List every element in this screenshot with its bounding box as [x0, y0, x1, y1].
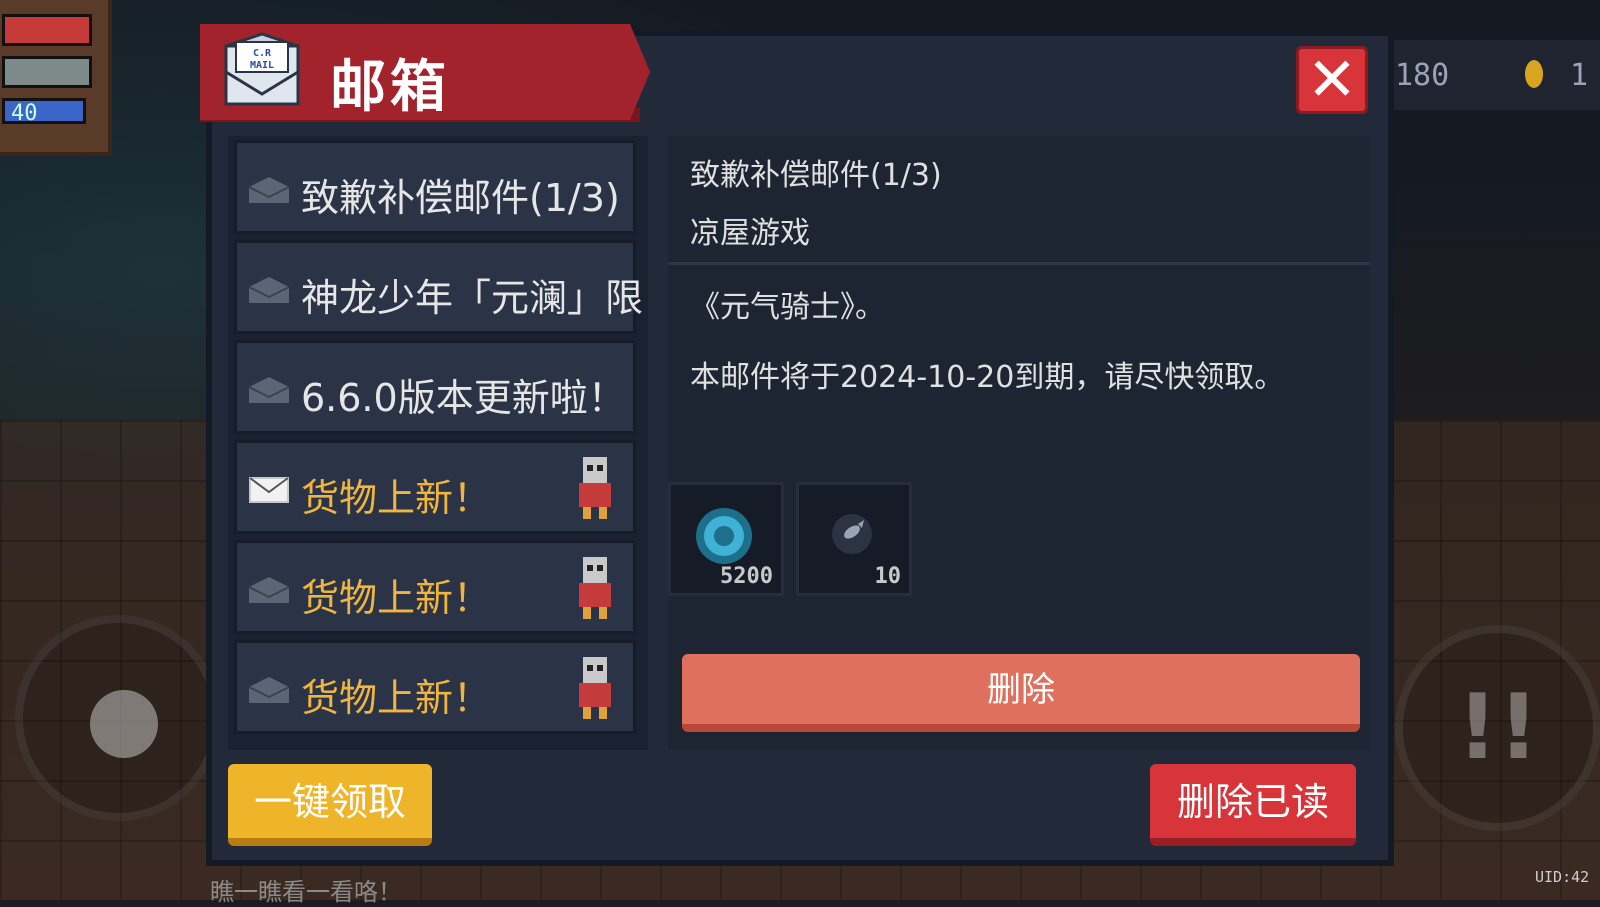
- coins-count: 1: [1570, 58, 1589, 93]
- coin-icon: [1525, 60, 1543, 88]
- mail-detail-expiry: 本邮件将于2024-10-20到期，请尽快领取。: [690, 360, 1285, 395]
- open-envelope-icon: [249, 677, 289, 703]
- armor-bar: [2, 56, 92, 88]
- mail-detail: 致歉补偿邮件(1/3) 凉屋游戏 《元气骑士》。 本邮件将于2024-10-20…: [668, 136, 1370, 750]
- reward-count: 5200: [720, 564, 773, 589]
- claim-all-button[interactable]: 一键领取: [228, 764, 432, 846]
- mail-list-item[interactable]: 6.6.0版本更新啦！: [234, 340, 636, 434]
- mail-detail-header: 致歉补偿邮件(1/3) 凉屋游戏: [668, 136, 1370, 265]
- mail-list-item[interactable]: 致歉补偿邮件(1/3): [234, 140, 636, 234]
- joystick-knob[interactable]: [90, 690, 158, 758]
- delete-button[interactable]: 删除: [682, 654, 1360, 732]
- skill-button[interactable]: !!: [1395, 625, 1600, 831]
- open-envelope-icon: [249, 177, 289, 203]
- close-button[interactable]: ✕: [1296, 46, 1368, 114]
- mail-list-item-label: 致歉补偿邮件(1/3): [301, 176, 620, 220]
- player-stats-panel: 40: [0, 0, 112, 156]
- mail-list-item-label: 货物上新！: [301, 476, 492, 520]
- mail-list-item-label: 货物上新！: [301, 576, 492, 620]
- delete-read-button[interactable]: 删除已读: [1150, 764, 1356, 846]
- mail-icon-text-top: C.R: [253, 48, 272, 59]
- open-envelope-icon: [249, 277, 289, 303]
- merchant-avatar-icon: [579, 657, 611, 719]
- chat-text: 瞧一瞧看一看咯！: [210, 878, 402, 906]
- mail-list-item[interactable]: 货物上新！: [234, 540, 636, 634]
- unread-envelope-icon: [249, 477, 289, 503]
- mail-icon-text-bottom: MAIL: [250, 60, 274, 71]
- mailbox-title: 邮箱: [330, 55, 450, 120]
- mail-icon: C.R MAIL: [224, 32, 300, 106]
- mail-list-item[interactable]: 货物上新！: [234, 640, 636, 734]
- reward-count: 10: [874, 564, 902, 589]
- mail-list-item-label: 神龙少年「元澜」限: [301, 276, 644, 320]
- uid-label: UID:42: [1535, 868, 1590, 886]
- reward-slot[interactable]: 5200: [668, 482, 784, 596]
- mail-list-item-label: 6.6.0版本更新啦！: [301, 376, 626, 420]
- gems-count: 180: [1395, 58, 1450, 93]
- merchant-avatar-icon: [579, 557, 611, 619]
- merchant-avatar-icon: [579, 457, 611, 519]
- open-envelope-icon: [249, 377, 289, 403]
- mail-list-item-label: 货物上新！: [301, 676, 492, 720]
- open-envelope-icon: [249, 577, 289, 603]
- mail-detail-title: 致歉补偿邮件(1/3): [690, 158, 942, 193]
- mail-detail-sender: 凉屋游戏: [690, 216, 810, 251]
- energy-bar: 40: [2, 98, 86, 126]
- mail-detail-body: 《元气骑士》。: [690, 290, 885, 325]
- mail-list-item[interactable]: 货物上新！: [234, 440, 636, 534]
- reward-slot[interactable]: 10: [796, 482, 912, 596]
- mail-list-item[interactable]: 神龙少年「元澜」限: [234, 240, 643, 334]
- mail-list[interactable]: 致歉补偿邮件(1/3) 神龙少年「元澜」限 6.6.0版本更新啦！ 货物上新！ …: [228, 136, 648, 750]
- health-bar: [2, 14, 92, 46]
